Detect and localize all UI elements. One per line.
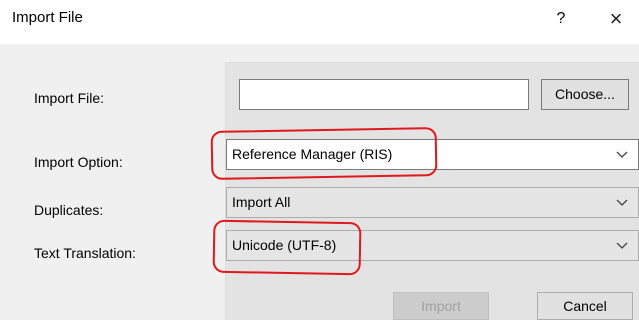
import-file-label: Import File:	[34, 90, 105, 106]
import-file-input[interactable]	[239, 79, 529, 110]
import-option-select[interactable]: Reference Manager (RIS)	[226, 139, 639, 170]
cancel-button[interactable]: Cancel	[537, 292, 633, 320]
title-bar: Import File ? ×	[0, 0, 639, 44]
close-icon[interactable]: ×	[600, 4, 632, 34]
help-icon[interactable]: ?	[546, 4, 576, 34]
chevron-down-icon	[616, 199, 628, 206]
text-translation-label: Text Translation:	[34, 245, 136, 261]
duplicates-value: Import All	[232, 194, 291, 210]
choose-button[interactable]: Choose...	[541, 79, 629, 110]
chevron-down-icon	[616, 242, 628, 249]
text-translation-value: Unicode (UTF-8)	[232, 237, 337, 253]
import-option-label: Import Option:	[34, 154, 123, 170]
import-option-value: Reference Manager (RIS)	[232, 146, 393, 162]
chevron-down-icon	[616, 151, 628, 158]
window-title: Import File	[12, 9, 83, 26]
import-button[interactable]: Import	[393, 292, 489, 320]
duplicates-select[interactable]: Import All	[226, 187, 639, 218]
duplicates-label: Duplicates:	[34, 202, 104, 218]
text-translation-select[interactable]: Unicode (UTF-8)	[226, 230, 639, 261]
